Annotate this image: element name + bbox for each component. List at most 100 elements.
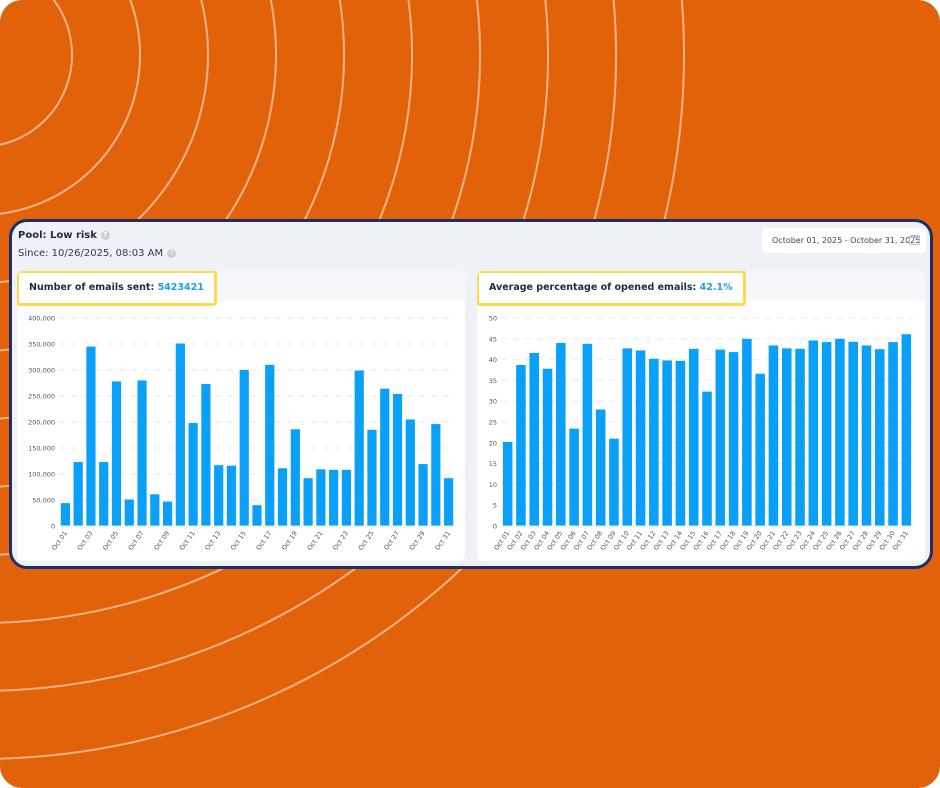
- bar: [405, 419, 415, 526]
- y-tick-label: 100,000: [28, 471, 55, 479]
- bar: [175, 343, 185, 526]
- y-tick-label: 40: [489, 356, 497, 364]
- bar: [418, 464, 428, 526]
- bar: [662, 360, 672, 526]
- y-tick-label: 0: [51, 523, 55, 531]
- bar: [821, 342, 832, 526]
- y-tick-label: 150,000: [28, 445, 55, 453]
- bar: [768, 345, 779, 526]
- x-tick-label: Oct 27: [382, 530, 401, 552]
- x-tick-label: Oct 25: [357, 530, 376, 552]
- bar: [444, 478, 454, 526]
- bar: [622, 348, 633, 526]
- y-tick-label: 15: [489, 460, 497, 468]
- bar: [150, 494, 160, 526]
- dashboard-panel: Pool: Low risk? Since: 10/26/2025, 08:03…: [9, 219, 933, 569]
- x-tick-label: Oct 01: [50, 530, 69, 552]
- bar: [715, 349, 726, 526]
- y-tick-label: 50,000: [32, 497, 55, 505]
- bar: [702, 391, 712, 526]
- y-tick-label: 50: [489, 315, 497, 323]
- bar: [341, 469, 352, 526]
- bar: [290, 429, 300, 526]
- bar: [354, 370, 364, 526]
- bar: [848, 341, 858, 526]
- y-tick-label: 10: [489, 481, 497, 489]
- x-tick-label: Oct 23: [331, 530, 350, 552]
- bar: [392, 393, 403, 526]
- x-tick-label: Oct 09: [152, 530, 171, 552]
- y-tick-label: 20: [489, 439, 497, 447]
- y-tick-label: 30: [489, 398, 497, 406]
- y-tick-label: 250,000: [28, 393, 55, 401]
- bar: [635, 350, 646, 526]
- pool-label: Pool: Low risk?: [18, 230, 110, 241]
- bar: [502, 441, 513, 526]
- y-tick-label: 200,000: [28, 419, 55, 427]
- bar: [688, 348, 699, 526]
- bar: [226, 465, 237, 526]
- bar: [516, 365, 526, 526]
- x-tick-label: Oct 19: [280, 530, 299, 552]
- calendar-icon: [909, 235, 920, 245]
- bar: [214, 465, 224, 526]
- bar: [265, 364, 275, 526]
- bar: [861, 345, 872, 526]
- bar: [99, 462, 109, 526]
- bar: [755, 373, 765, 526]
- summary-label: Average percentage of opened emails:: [489, 282, 697, 293]
- since-label: Since: 10/26/2025, 08:03 AM?: [18, 248, 177, 259]
- x-tick-label: Oct 15: [229, 530, 248, 552]
- x-tick-label: Oct 13: [203, 530, 222, 552]
- card-header: Number of emails sent: 5423421: [17, 271, 465, 306]
- bar: [808, 340, 819, 526]
- y-tick-label: 5: [493, 502, 497, 510]
- since-label-text: Since: 10/26/2025, 08:03 AM: [18, 248, 164, 259]
- bar: [162, 501, 173, 526]
- y-tick-label: 35: [489, 377, 497, 385]
- bar: [542, 368, 553, 526]
- bar: [835, 338, 845, 526]
- bar: [252, 505, 262, 526]
- bar: [73, 462, 83, 526]
- emails-sent-card: Number of emails sent: 5423421 0 50,000 10…: [17, 271, 465, 561]
- help-icon[interactable]: ?: [100, 230, 110, 240]
- bar: [431, 424, 441, 526]
- bar: [781, 348, 792, 526]
- bar: [888, 342, 898, 526]
- y-tick-label: 45: [489, 335, 497, 343]
- bar: [60, 503, 70, 526]
- bar: [795, 348, 805, 526]
- ring: [0, 0, 73, 146]
- bar: [609, 438, 619, 526]
- y-tick-label: 350,000: [28, 341, 55, 349]
- bar: [529, 352, 540, 526]
- y-tick-label: 25: [489, 419, 497, 427]
- x-tick-label: Oct 07: [127, 530, 146, 552]
- pool-label-text: Pool: Low risk: [18, 230, 97, 241]
- date-range-picker[interactable]: October 01, 2025 - October 31, 2025: [762, 228, 926, 253]
- bar: [111, 381, 122, 526]
- summary-value: 42.1%: [699, 282, 733, 293]
- card-header: Average percentage of opened emails: 42.…: [477, 271, 925, 306]
- help-icon[interactable]: ?: [167, 248, 177, 258]
- bar: [569, 428, 579, 526]
- bar: [380, 388, 390, 526]
- bar: [201, 384, 211, 526]
- x-tick-label: Oct 29: [408, 530, 427, 552]
- summary-value: 5423421: [157, 282, 204, 293]
- bar: [137, 380, 147, 526]
- x-tick-label: Oct 11: [178, 530, 197, 552]
- bar: [277, 468, 288, 526]
- bar: [595, 409, 606, 526]
- x-tick-label: Oct 05: [101, 530, 120, 552]
- y-tick-label: 0: [493, 523, 497, 531]
- x-tick-label: Oct 31: [433, 530, 452, 552]
- summary-label: Number of emails sent:: [29, 282, 155, 293]
- bar: [649, 358, 659, 526]
- bar: [742, 338, 752, 526]
- opened-emails-chart: 05101520253035404550Oct 01Oct 02Oct 03Oc…: [489, 315, 913, 552]
- bar: [316, 469, 326, 526]
- bar: [367, 429, 377, 526]
- bar: [728, 352, 739, 526]
